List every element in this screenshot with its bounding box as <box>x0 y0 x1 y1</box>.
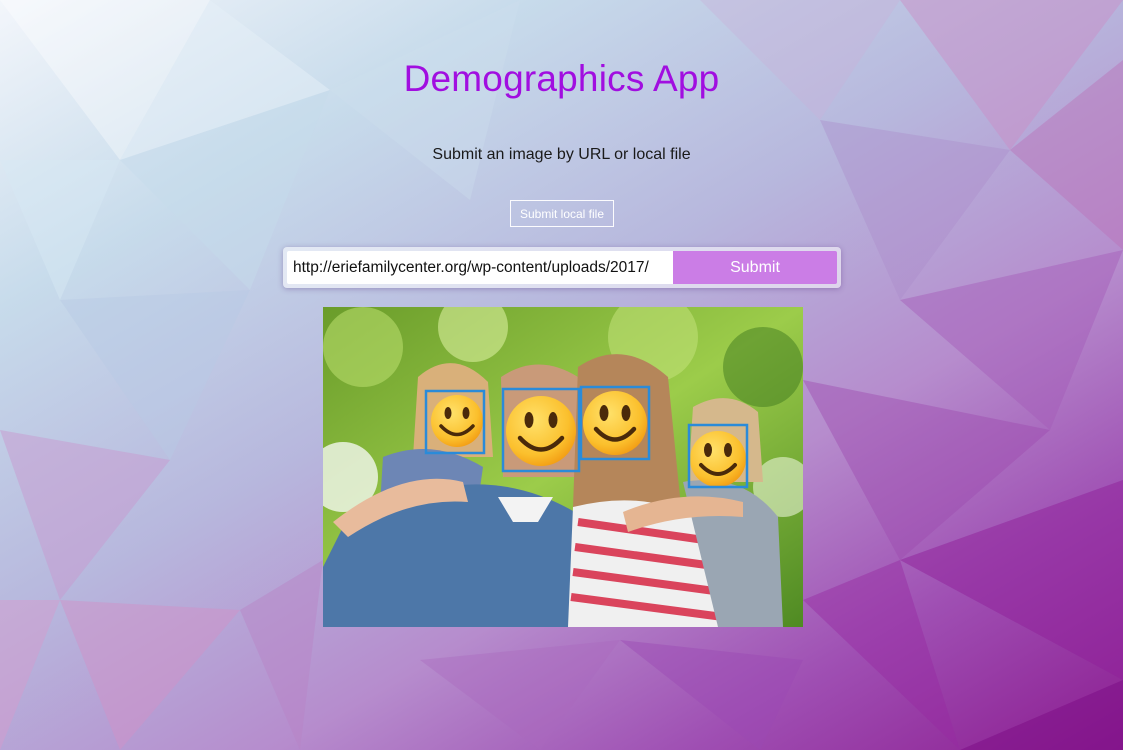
image-url-input[interactable] <box>287 251 673 284</box>
submit-local-file-button[interactable]: Submit local file <box>510 200 614 227</box>
url-submit-form: Submit <box>283 247 841 288</box>
page-subtitle: Submit an image by URL or local file <box>432 146 691 163</box>
result-image <box>323 307 803 627</box>
submit-button[interactable]: Submit <box>673 251 837 284</box>
smiley-face-icon <box>506 396 576 466</box>
smiley-face-icon <box>690 431 746 487</box>
smiley-face-icon <box>583 391 647 455</box>
app-title: Demographics App <box>403 58 720 99</box>
smiley-face-icon <box>431 395 483 447</box>
